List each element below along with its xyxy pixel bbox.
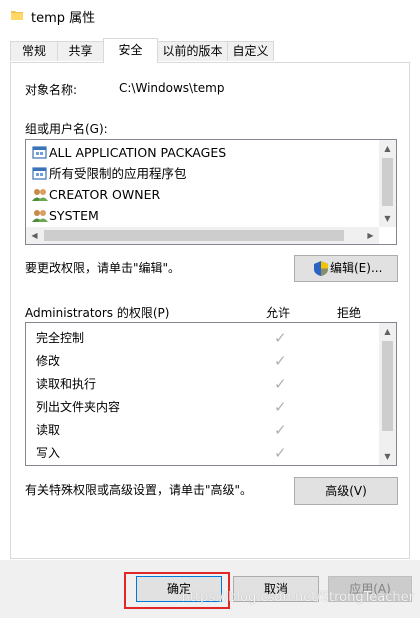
allow-check-icon: ✓: [274, 375, 287, 393]
user-label: CREATOR OWNER: [49, 187, 161, 202]
user-label: SYSTEM: [49, 208, 99, 223]
scroll-thumb[interactable]: [382, 158, 393, 206]
edit-button[interactable]: 编辑(E)...: [294, 255, 398, 282]
table-row: 列出文件夹内容 ✓: [36, 396, 366, 419]
users-icon: [32, 189, 48, 201]
tab-bar: 常规 共享 安全 以前的版本 自定义: [0, 38, 420, 63]
security-panel: 对象名称: C:\Windows\temp 组或用户名(G): ALL APPL…: [10, 62, 410, 559]
scroll-down-icon[interactable]: ▼: [379, 210, 396, 227]
scroll-left-icon[interactable]: ◀: [26, 227, 43, 244]
scroll-up-icon[interactable]: ▲: [379, 323, 396, 340]
table-row: 读取和执行 ✓: [36, 373, 366, 396]
shield-icon: [314, 261, 328, 276]
edit-button-label: 编辑(E)...: [330, 261, 383, 275]
permission-name: 写入: [36, 446, 61, 460]
users-vertical-scrollbar[interactable]: ▲ ▼: [379, 140, 396, 227]
allow-check-icon: ✓: [274, 352, 287, 370]
allow-check-icon: ✓: [274, 329, 287, 347]
users-horizontal-scrollbar[interactable]: ◀ ▶: [26, 227, 379, 244]
scroll-down-icon[interactable]: ▼: [379, 448, 396, 465]
object-name-label: 对象名称:: [25, 83, 78, 97]
scroll-up-icon[interactable]: ▲: [379, 140, 396, 157]
allow-check-icon: ✓: [274, 398, 287, 416]
tab-customize[interactable]: 自定义: [227, 41, 274, 61]
folder-icon: [11, 11, 23, 20]
scroll-right-icon[interactable]: ▶: [362, 227, 379, 244]
users-list[interactable]: ALL APPLICATION PACKAGES 所有受限制的应用程序包 CRE…: [25, 139, 397, 245]
tab-previous-versions[interactable]: 以前的版本: [157, 41, 228, 61]
edit-hint: 要更改权限，请单击"编辑"。: [25, 261, 181, 275]
table-row: 写入 ✓: [36, 442, 366, 465]
tab-sharing[interactable]: 共享: [57, 41, 104, 61]
permissions-list[interactable]: 完全控制 ✓ 修改 ✓ 读取和执行 ✓ 列出文件夹内容 ✓ 读取 ✓ 写入 ✓ …: [25, 322, 397, 466]
permission-name: 修改: [36, 354, 61, 368]
scroll-thumb[interactable]: [382, 341, 393, 431]
title-bar: temp 属性: [0, 0, 420, 32]
allow-check-icon: ✓: [274, 444, 287, 462]
permission-name: 读取: [36, 423, 61, 437]
allow-check-icon: ✓: [274, 421, 287, 439]
window-title: temp 属性: [31, 11, 96, 26]
tab-general[interactable]: 常规: [10, 41, 58, 61]
users-icon: [32, 210, 48, 222]
table-row: 读取 ✓: [36, 419, 366, 442]
permission-name: 读取和执行: [36, 377, 97, 391]
table-row: 修改 ✓: [36, 350, 366, 373]
watermark-text: https://blog.csdn.net/StrongTeacher: [181, 590, 414, 605]
app-package-icon: [32, 146, 47, 159]
scroll-thumb[interactable]: [44, 230, 344, 241]
permission-name: 完全控制: [36, 331, 85, 345]
deny-header: 拒绝: [337, 306, 362, 320]
group-label: 组或用户名(G):: [25, 122, 108, 136]
object-name-value: C:\Windows\temp: [119, 81, 225, 95]
permissions-vertical-scrollbar[interactable]: ▲ ▼: [379, 323, 396, 465]
permissions-label: Administrators 的权限(P): [25, 306, 170, 320]
allow-header: 允许: [266, 306, 291, 320]
user-label: ALL APPLICATION PACKAGES: [49, 145, 227, 160]
table-row: 完全控制 ✓: [36, 327, 366, 350]
advanced-hint: 有关特殊权限或高级设置，请单击"高级"。: [25, 483, 253, 497]
app-package-icon: [32, 167, 47, 180]
advanced-button[interactable]: 高级(V): [294, 477, 398, 505]
user-label: 所有受限制的应用程序包: [49, 166, 187, 181]
tab-security[interactable]: 安全: [103, 38, 158, 63]
permission-name: 列出文件夹内容: [36, 400, 121, 414]
